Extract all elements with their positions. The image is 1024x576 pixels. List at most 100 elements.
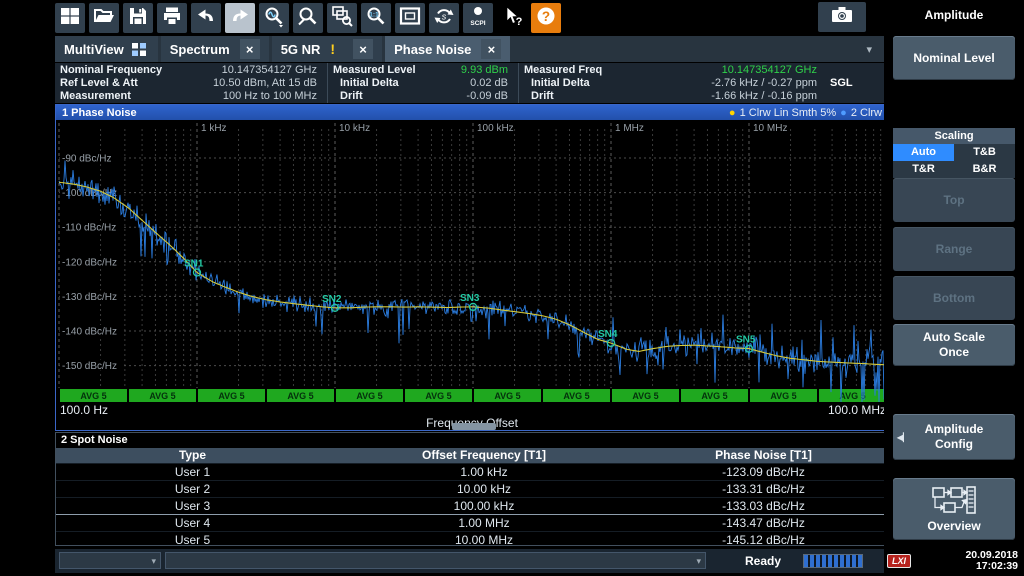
table-row[interactable]: User 510.00 MHz-145.12 dBc/Hz: [56, 531, 888, 548]
scaling-option-bandr[interactable]: B&R: [954, 161, 1015, 178]
open-file-icon: [92, 4, 116, 33]
trace-legend: ●1 Clrw Lin Smth 5% ●2 Clrw: [729, 107, 882, 119]
softkey-auto-scale-once[interactable]: Auto Scale Once: [893, 324, 1015, 366]
table-cell: 10.00 MHz: [329, 532, 639, 548]
warning-icon: !: [330, 41, 335, 57]
close-icon[interactable]: ×: [240, 39, 260, 59]
svg-text:SN3: SN3: [460, 293, 480, 304]
print-icon: [160, 4, 184, 33]
svg-text:-90 dBc/Hz: -90 dBc/Hz: [62, 154, 111, 165]
scpi-recorder-icon: SCPI: [466, 4, 490, 33]
phase-noise-chart[interactable]: AVG 5AVG 5AVG 5AVG 5AVG 5AVG 5AVG 5AVG 5…: [58, 121, 888, 403]
svg-text:?: ?: [542, 9, 550, 24]
tab-phase-noise[interactable]: Phase Noise×: [385, 36, 510, 62]
zoom-one-to-one-button[interactable]: 1:1: [361, 3, 391, 33]
info-label: Initial Delta: [333, 77, 399, 89]
redo-button[interactable]: [225, 3, 255, 33]
screenshot-button[interactable]: [818, 2, 866, 32]
sync-button[interactable]: s: [429, 3, 459, 33]
table-row[interactable]: User 210.00 kHz-133.31 dBc/Hz: [56, 480, 888, 497]
svg-text:1 MHz: 1 MHz: [615, 123, 644, 134]
help-button[interactable]: ?: [531, 3, 561, 33]
print-button[interactable]: [157, 3, 187, 33]
table-row[interactable]: User 11.00 kHz-123.09 dBc/Hz: [56, 463, 888, 480]
softkey-overview[interactable]: Overview: [893, 478, 1015, 540]
table-cell: 1.00 kHz: [329, 464, 639, 480]
help-pointer-button[interactable]: ?: [497, 3, 527, 33]
info-mode-flag: SGL: [817, 77, 874, 89]
svg-text:-120 dBc/Hz: -120 dBc/Hz: [62, 257, 117, 268]
close-icon[interactable]: ×: [353, 39, 373, 59]
table-cell: User 3: [56, 498, 329, 514]
undo-button[interactable]: [191, 3, 221, 33]
spot-noise-table-header: TypeOffset Frequency [T1]Phase Noise [T1…: [56, 448, 888, 463]
softkey-amplitude-config[interactable]: ◀▏Amplitude Config: [893, 414, 1015, 460]
svg-text:-130 dBc/Hz: -130 dBc/Hz: [62, 292, 117, 303]
open-file-button[interactable]: [89, 3, 119, 33]
column-header: Offset Frequency [T1]: [329, 448, 639, 463]
info-row: Ref Level & Att10.50 dBm, Att 15 dB: [60, 77, 317, 89]
zoom-multi-window-icon: [330, 4, 354, 33]
info-value: 100 Hz to 100 MHz: [223, 90, 317, 102]
table-cell: 10.00 kHz: [329, 481, 639, 497]
column-header: Phase Noise [T1]: [639, 448, 888, 463]
info-label: Measured Level: [333, 64, 416, 76]
softkey-top[interactable]: Top: [893, 178, 1015, 222]
tab-5g-nr[interactable]: 5G NR!×: [272, 36, 382, 62]
svg-text:SN5: SN5: [736, 335, 756, 346]
softkey-bottom[interactable]: Bottom: [893, 276, 1015, 320]
display-frame-button[interactable]: [395, 3, 425, 33]
scaling-option-auto[interactable]: Auto: [893, 144, 954, 161]
zoom-select-button[interactable]: [293, 3, 323, 33]
svg-text:AVG 5: AVG 5: [218, 391, 244, 401]
phase-noise-window-title-bar[interactable]: 1 Phase Noise ●1 Clrw Lin Smth 5% ●2 Clr…: [56, 105, 888, 120]
tabbar-overflow-dropdown[interactable]: ▾: [866, 43, 884, 56]
zoom-multi-window-button[interactable]: [327, 3, 357, 33]
svg-text:AVG 5: AVG 5: [149, 391, 175, 401]
tab-spectrum[interactable]: Spectrum×: [161, 36, 269, 62]
toolbar: 1:1 s SCPI??: [55, 2, 884, 34]
svg-text:s: s: [442, 11, 447, 21]
tab-multiview[interactable]: MultiView: [55, 36, 158, 62]
scaling-option-tandb[interactable]: T&B: [954, 144, 1015, 161]
info-value: 10.147354127 GHz: [222, 64, 317, 76]
svg-text:-150 dBc/Hz: -150 dBc/Hz: [62, 361, 117, 372]
svg-text:SN2: SN2: [322, 294, 342, 305]
scpi-recorder-button[interactable]: SCPI: [463, 3, 493, 33]
measurement-info-bar: Nominal Frequency10.147354127 GHzRef Lev…: [55, 63, 884, 103]
close-icon[interactable]: ×: [481, 39, 501, 59]
table-row[interactable]: User 41.00 MHz-143.47 dBc/Hz: [56, 514, 888, 531]
window-splitter-handle[interactable]: [452, 423, 496, 430]
window-title: 1 Phase Noise: [62, 107, 137, 119]
svg-text:100 kHz: 100 kHz: [477, 123, 514, 134]
info-column: Measured Level9.93 dBmInitial Delta0.02 …: [327, 63, 518, 103]
table-row[interactable]: User 3100.00 kHz-133.03 dBc/Hz: [56, 497, 888, 514]
info-column: Nominal Frequency10.147354127 GHzRef Lev…: [55, 63, 327, 103]
camera-icon: [829, 3, 855, 32]
save-button[interactable]: [123, 3, 153, 33]
svg-text:1 kHz: 1 kHz: [201, 123, 227, 134]
info-value: 10.147354127 GHz: [722, 64, 817, 76]
trace1-dot-icon: ●: [729, 107, 736, 119]
scaling-option-tandr[interactable]: T&R: [893, 161, 954, 178]
help-pointer-icon: ?: [500, 4, 524, 33]
undo-icon: [194, 4, 218, 33]
svg-text:AVG 5: AVG 5: [701, 391, 727, 401]
softkey-range[interactable]: Range: [893, 227, 1015, 271]
info-row: Initial Delta-2.76 kHz / -0.27 ppmSGL: [524, 77, 874, 89]
message-dropdown[interactable]: ▾: [165, 552, 706, 569]
svg-text:AVG 5: AVG 5: [494, 391, 520, 401]
zoom-trace-button[interactable]: [259, 3, 289, 33]
table-cell: -133.31 dBc/Hz: [639, 481, 888, 497]
display-frame-icon: [398, 4, 422, 33]
phase-noise-window: 1 Phase Noise ●1 Clrw Lin Smth 5% ●2 Clr…: [55, 104, 889, 431]
info-value: -1.66 kHz / -0.16 ppm: [711, 90, 817, 102]
info-value: -2.76 kHz / -0.27 ppm: [711, 77, 817, 89]
svg-text:-110 dBc/Hz: -110 dBc/Hz: [62, 223, 116, 234]
sequencer-dropdown[interactable]: ▾: [59, 552, 161, 569]
save-icon: [126, 4, 150, 33]
chevron-down-icon: ▾: [151, 556, 156, 567]
windows-logo-button[interactable]: [55, 3, 85, 33]
softkey-nominal-level[interactable]: Nominal Level: [893, 36, 1015, 80]
spot-noise-title[interactable]: 2 Spot Noise: [56, 433, 888, 448]
